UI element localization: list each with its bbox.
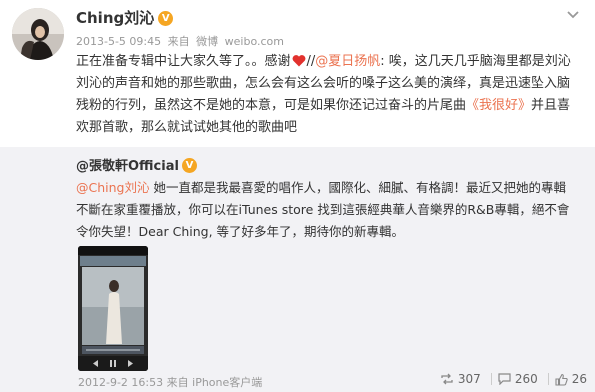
retweet-panel: @張敬軒Official V @Ching刘沁 她一直都是我最喜愛的唱作人，國際化… — [0, 147, 595, 392]
post-text: 正在准备专辑中让大家久等了。。感谢//@夏日扬帆: 唉，这几天几乎脑海里都是刘沁… — [76, 51, 576, 139]
like-count: 26 — [571, 372, 587, 386]
comment-button[interactable]: 260 — [498, 372, 538, 386]
source-prefix: 来自 — [167, 35, 190, 48]
verified-icon: V — [181, 158, 197, 173]
retweet-meta: 2012-9-2 16:53 来自 iPhone客户端 — [78, 374, 262, 390]
retweet-source-prefix: 来自 — [166, 376, 189, 389]
chevron-down-icon[interactable] — [565, 6, 581, 22]
like-icon — [555, 373, 568, 386]
retweet-username[interactable]: @張敬軒Official V — [76, 155, 197, 174]
retweet-body: 她一直都是我最喜愛的唱作人，國際化、細膩、有格調！最近又把她的專輯不斷在家重覆播… — [76, 180, 570, 239]
heart-icon — [292, 55, 305, 67]
avatar[interactable] — [12, 8, 64, 60]
post-text-2: // — [306, 54, 316, 69]
retweet-stats: 307 260 26 — [434, 372, 587, 386]
post-text-1: 正在准备专辑中让大家久等了。。感谢 — [76, 54, 291, 69]
comment-count: 260 — [514, 372, 538, 386]
song-link[interactable]: 《我很好》 — [466, 98, 531, 113]
repost-count: 307 — [457, 372, 481, 386]
like-button[interactable]: 26 — [555, 372, 587, 386]
post-meta: 2013-5-5 09:45 来自 微博 weibo.com — [76, 33, 287, 49]
comment-icon — [498, 373, 511, 385]
post-username[interactable]: Ching刘沁 V — [76, 7, 174, 28]
retweet-username-text[interactable]: @張敬軒Official — [76, 159, 179, 174]
stat-divider — [547, 373, 549, 385]
mention-link[interactable]: @夏日扬帆 — [315, 54, 380, 69]
post-domain[interactable]: weibo.com — [225, 35, 284, 48]
retweet-source[interactable]: iPhone客户端 — [192, 376, 262, 389]
retweet-mention-link[interactable]: @Ching刘沁 — [76, 180, 149, 195]
verified-icon: V — [158, 11, 174, 26]
username-text[interactable]: Ching刘沁 — [76, 9, 154, 27]
post-source[interactable]: 微博 — [196, 35, 218, 48]
retweet-date[interactable]: 2012-9-2 16:53 — [78, 376, 163, 389]
repost-button[interactable]: 307 — [440, 372, 481, 386]
post-date[interactable]: 2013-5-5 09:45 — [76, 35, 161, 48]
retweet-text: @Ching刘沁 她一直都是我最喜愛的唱作人，國際化、細膩、有格調！最近又把她的… — [76, 177, 576, 243]
stat-divider — [490, 373, 492, 385]
repost-icon — [441, 373, 453, 385]
retweet-image[interactable] — [78, 246, 148, 371]
